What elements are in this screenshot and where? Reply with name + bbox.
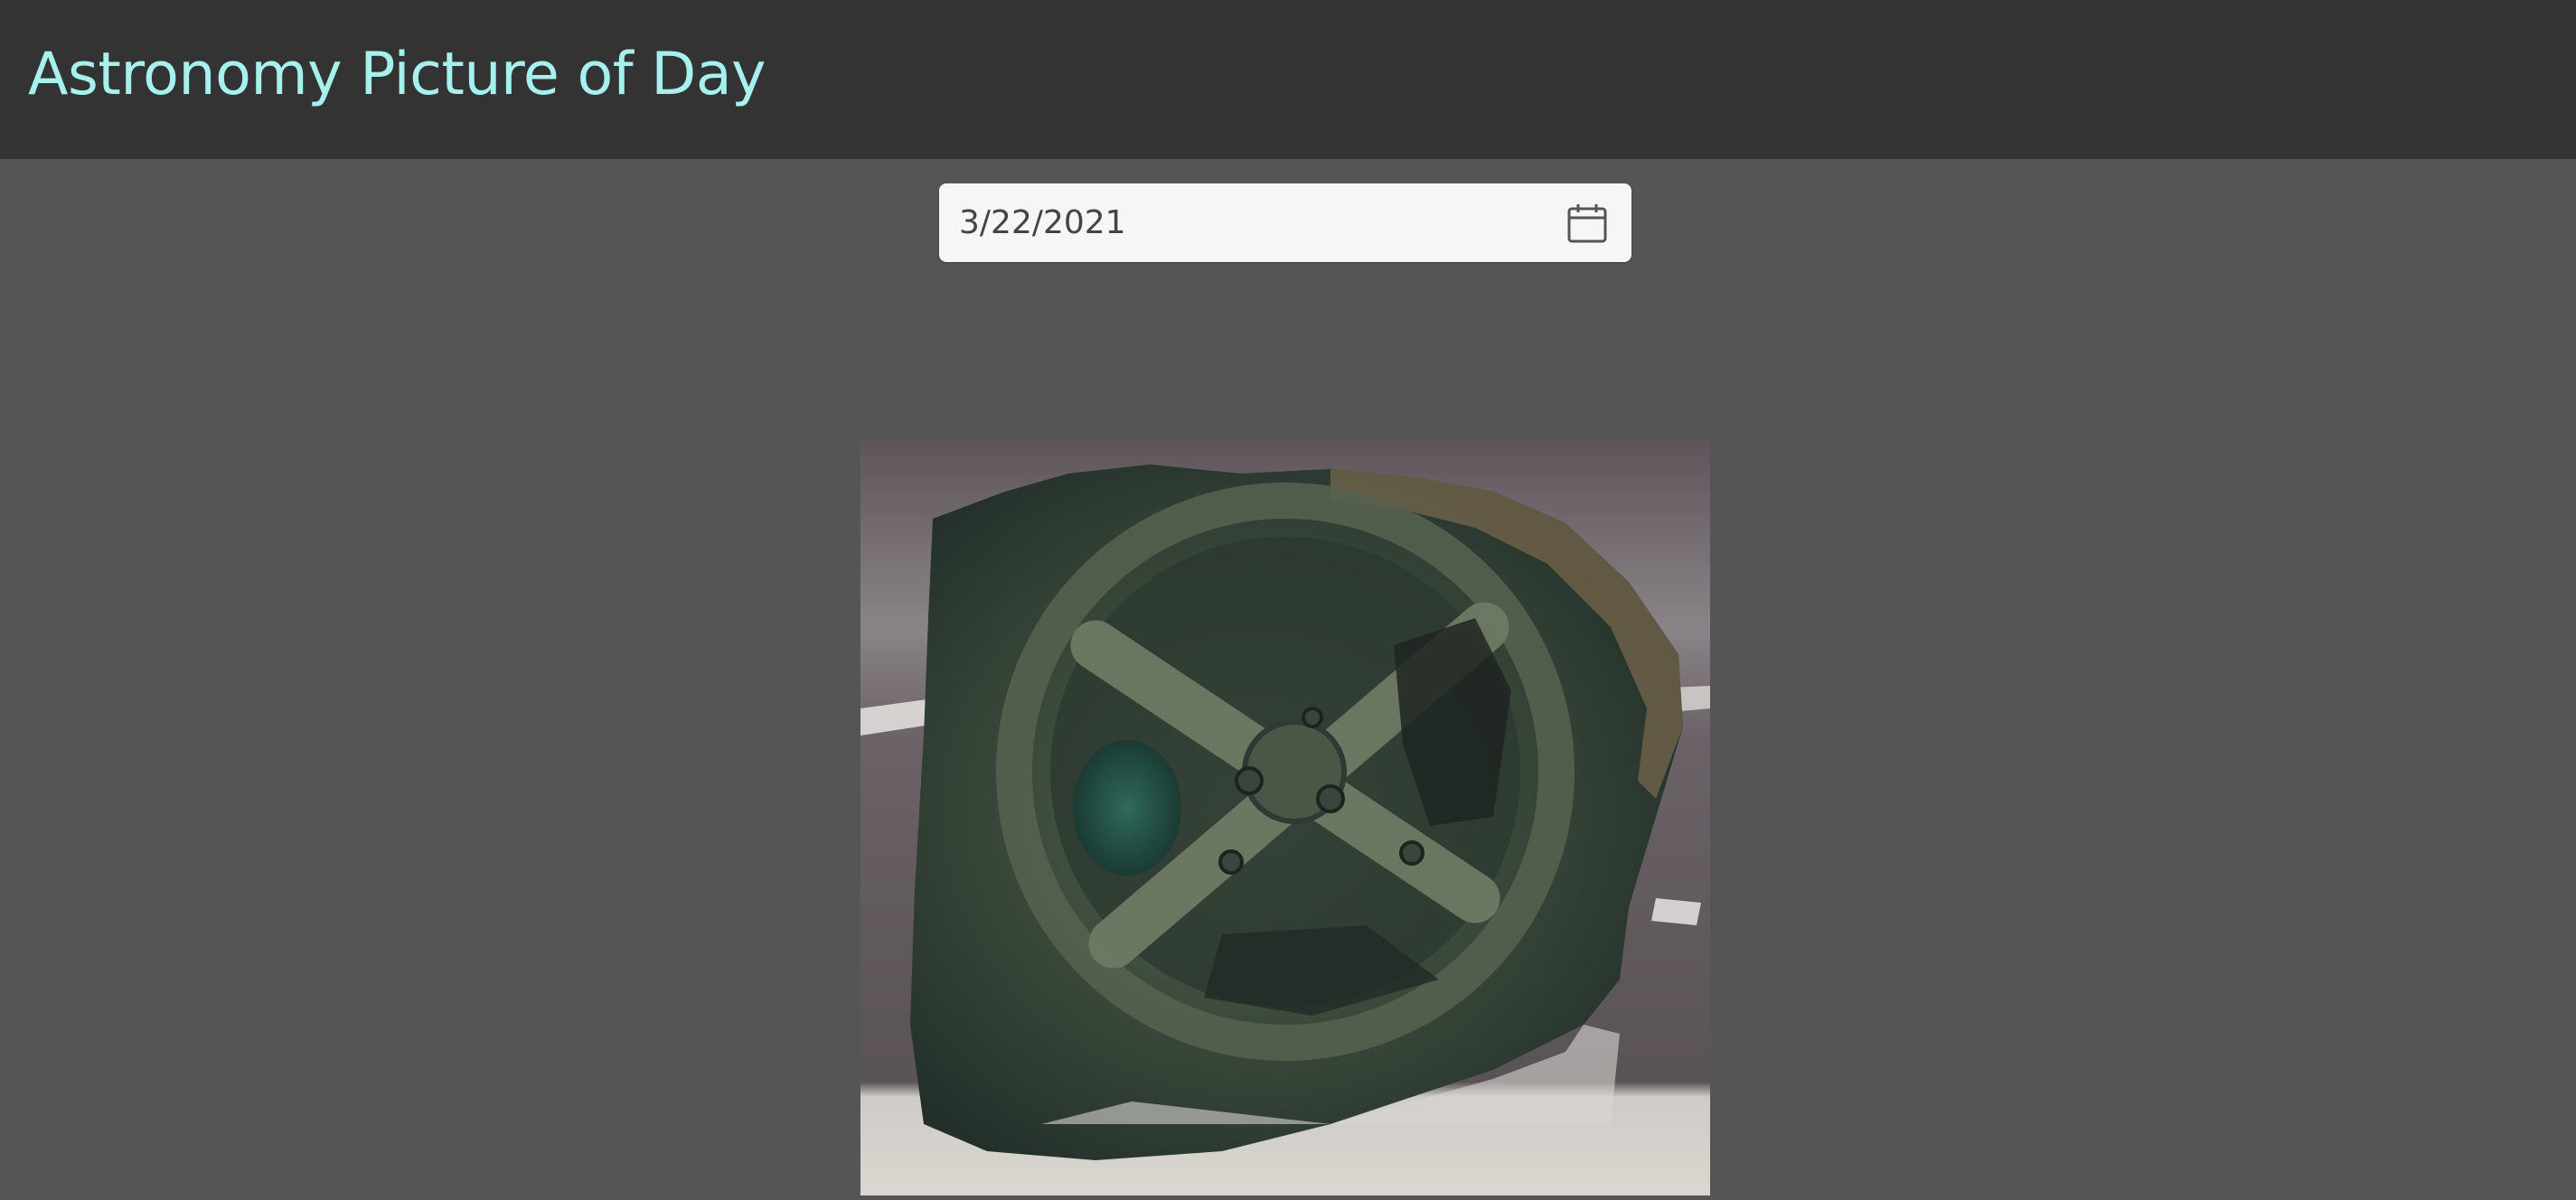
calendar-icon[interactable] bbox=[1566, 202, 1608, 244]
app-header: Astronomy Picture of Day bbox=[0, 0, 2576, 159]
date-picker[interactable]: 3/22/2021 bbox=[939, 183, 1631, 262]
apod-image bbox=[860, 437, 1710, 1195]
date-input-value[interactable]: 3/22/2021 bbox=[959, 183, 1126, 262]
app-title: Astronomy Picture of Day bbox=[28, 41, 766, 108]
